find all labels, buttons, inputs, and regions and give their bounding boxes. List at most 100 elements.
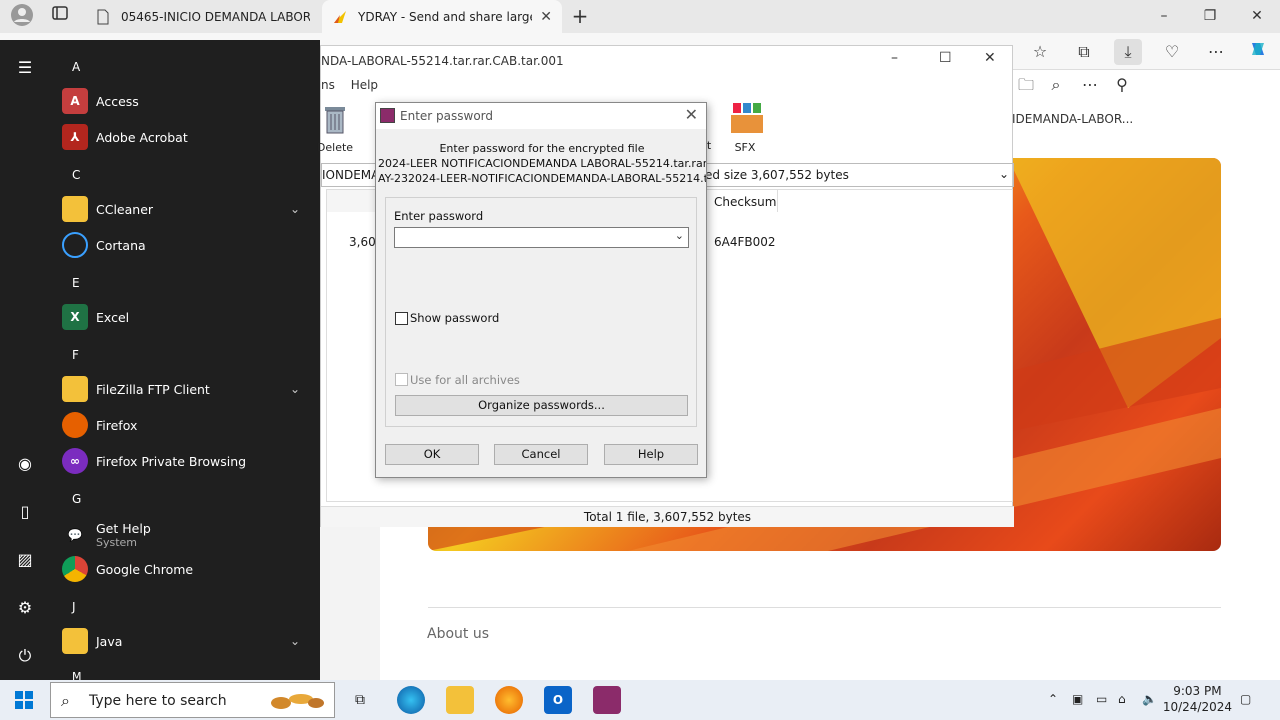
autumn-leaves-icon: [266, 689, 326, 713]
outlook-icon[interactable]: O: [544, 686, 572, 714]
app-google-chrome[interactable]: Google Chrome: [62, 552, 312, 586]
about-link[interactable]: About us: [427, 626, 489, 642]
copilot-icon[interactable]: [1244, 39, 1272, 65]
ok-button[interactable]: OK: [385, 444, 479, 465]
new-tab-button[interactable]: +: [566, 3, 594, 29]
minimize-button[interactable]: –: [891, 50, 898, 66]
sfx-icon: [727, 101, 763, 137]
section-letter-a[interactable]: A: [72, 60, 80, 74]
section-letter-j[interactable]: J: [72, 600, 76, 614]
pin-icon[interactable]: ⚲: [1108, 72, 1136, 98]
app-adobe-acrobat[interactable]: ⅄ Adobe Acrobat: [62, 120, 312, 154]
notifications-icon[interactable]: ▢: [1240, 692, 1251, 706]
maximize-button[interactable]: ☐: [939, 50, 952, 66]
power-icon[interactable]: ⏻: [13, 644, 37, 668]
get-help-icon: 💬: [67, 528, 83, 542]
organize-passwords-button[interactable]: Organize passwords...: [395, 395, 688, 416]
app-access[interactable]: A Access: [62, 84, 312, 118]
app-label: Adobe Acrobat: [96, 129, 188, 145]
downloads-icon[interactable]: ⤓: [1114, 39, 1142, 65]
folder-icon: [62, 628, 88, 654]
section-letter-e[interactable]: E: [72, 276, 80, 290]
favorites-icon[interactable]: ☆: [1026, 39, 1054, 65]
section-letter-c[interactable]: C: [72, 168, 80, 182]
tab-ydray[interactable]: YDRAY - Send and share large ar ✕: [322, 0, 562, 33]
settings-icon[interactable]: ⚙: [13, 596, 37, 620]
user-icon[interactable]: ◉: [13, 452, 37, 476]
app-filezilla[interactable]: FileZilla FTP Client ⌄: [62, 372, 312, 406]
search-icon[interactable]: ⌕: [1042, 72, 1070, 98]
task-view-icon[interactable]: ⧉: [346, 686, 374, 714]
close-icon[interactable]: ✕: [685, 105, 698, 124]
winrar-title: NDA-LABORAL-55214.tar.rar.CAB.tar.001: [321, 54, 564, 68]
cancel-button[interactable]: Cancel: [494, 444, 588, 465]
chevron-up-icon[interactable]: ⌃: [1048, 692, 1058, 706]
section-letter-f[interactable]: F: [72, 348, 79, 362]
search-box[interactable]: ⌕ Type here to search: [50, 682, 335, 718]
firefox-taskbar-icon[interactable]: [495, 686, 523, 714]
use-all-label[interactable]: Use for all archives: [410, 373, 520, 387]
outlook-tray-icon[interactable]: ▣: [1072, 692, 1083, 706]
profile-icon[interactable]: [8, 3, 36, 29]
password-label: Enter password: [394, 209, 484, 223]
use-all-checkbox[interactable]: [395, 373, 408, 386]
column-checksum[interactable]: Checksum: [710, 190, 778, 212]
restore-button[interactable]: ❐: [1187, 0, 1233, 33]
chevron-down-icon[interactable]: ⌄: [290, 634, 300, 648]
app-firefox-private[interactable]: ∞ Firefox Private Browsing: [62, 444, 312, 478]
start-menu: ☰ ◉ ▯ ▨ ⚙ ⏻ A A Access ⅄ Adobe Acrobat C…: [0, 40, 320, 683]
pictures-icon[interactable]: ▨: [13, 548, 37, 572]
chevron-down-icon[interactable]: ⌄: [999, 167, 1009, 181]
more-icon[interactable]: ⋯: [1202, 39, 1230, 65]
folder-icon[interactable]: 🗀: [1012, 72, 1040, 98]
volume-icon[interactable]: 🔈: [1142, 692, 1157, 706]
app-firefox[interactable]: Firefox: [62, 408, 312, 442]
chevron-down-icon[interactable]: ⌄: [290, 382, 300, 396]
tab-demanda[interactable]: 05465-INICIO DEMANDA LABORAL: [85, 0, 320, 33]
info-line: Enter password for the encrypted file: [439, 142, 645, 155]
winrar-taskbar-icon[interactable]: [593, 686, 621, 714]
sfx-button[interactable]: SFX: [720, 101, 770, 154]
taskbar: ⌕ Type here to search ⧉ O ⌃ ▣ ▭ ⌂ 🔈 9:03…: [0, 680, 1280, 720]
show-password-checkbox[interactable]: [395, 312, 408, 325]
cmd-label: SFX: [734, 141, 756, 154]
clock[interactable]: 9:03 PM 10/24/2024: [1163, 683, 1232, 715]
more-icon[interactable]: ⋯: [1076, 72, 1104, 98]
divider: [428, 607, 1221, 608]
edge-icon[interactable]: [397, 686, 425, 714]
tab-title: 05465-INICIO DEMANDA LABORAL: [121, 9, 310, 24]
app-label: Cortana: [96, 237, 146, 253]
close-tab-icon[interactable]: ✕: [540, 9, 552, 25]
network-icon[interactable]: ⌂: [1118, 692, 1126, 706]
delete-button[interactable]: Delete: [310, 101, 360, 154]
file-explorer-icon[interactable]: [446, 686, 474, 714]
show-password-label[interactable]: Show password: [410, 311, 499, 325]
minimize-button[interactable]: –: [1141, 0, 1187, 33]
app-java[interactable]: Java ⌄: [62, 624, 312, 658]
app-excel[interactable]: X Excel: [62, 300, 312, 334]
collections-icon[interactable]: ⧉: [1070, 39, 1098, 65]
chevron-down-icon[interactable]: ⌄: [290, 202, 300, 216]
start-rail: ☰ ◉ ▯ ▨ ⚙ ⏻: [0, 40, 50, 680]
section-letter-g[interactable]: G: [72, 492, 81, 506]
hamburger-icon[interactable]: ☰: [13, 56, 37, 80]
app-get-help[interactable]: 💬 Get Help System: [62, 516, 312, 554]
battery-icon[interactable]: ▭: [1096, 692, 1107, 706]
password-dialog: Enter password ✕ Enter password for the …: [375, 102, 707, 478]
start-button[interactable]: [0, 680, 48, 720]
close-window-button[interactable]: ✕: [1234, 0, 1280, 33]
tab-actions-icon[interactable]: [46, 3, 74, 29]
app-label: Get Help: [96, 521, 151, 536]
password-input[interactable]: ⌄: [394, 227, 689, 248]
close-button[interactable]: ✕: [984, 50, 996, 66]
menu-item-options[interactable]: ns: [321, 78, 335, 92]
app-label: FileZilla FTP Client: [96, 381, 210, 397]
heart-icon[interactable]: ♡: [1158, 39, 1186, 65]
chevron-down-icon[interactable]: ⌄: [675, 229, 684, 242]
documents-icon[interactable]: ▯: [13, 500, 37, 524]
info-line: 2024-LEER NOTIFICACIONDEMANDA LABORAL-55…: [378, 157, 706, 170]
app-cortana[interactable]: Cortana: [62, 228, 312, 262]
menu-item-help[interactable]: Help: [351, 78, 378, 92]
app-ccleaner[interactable]: CCleaner ⌄: [62, 192, 312, 226]
help-button[interactable]: Help: [604, 444, 698, 465]
